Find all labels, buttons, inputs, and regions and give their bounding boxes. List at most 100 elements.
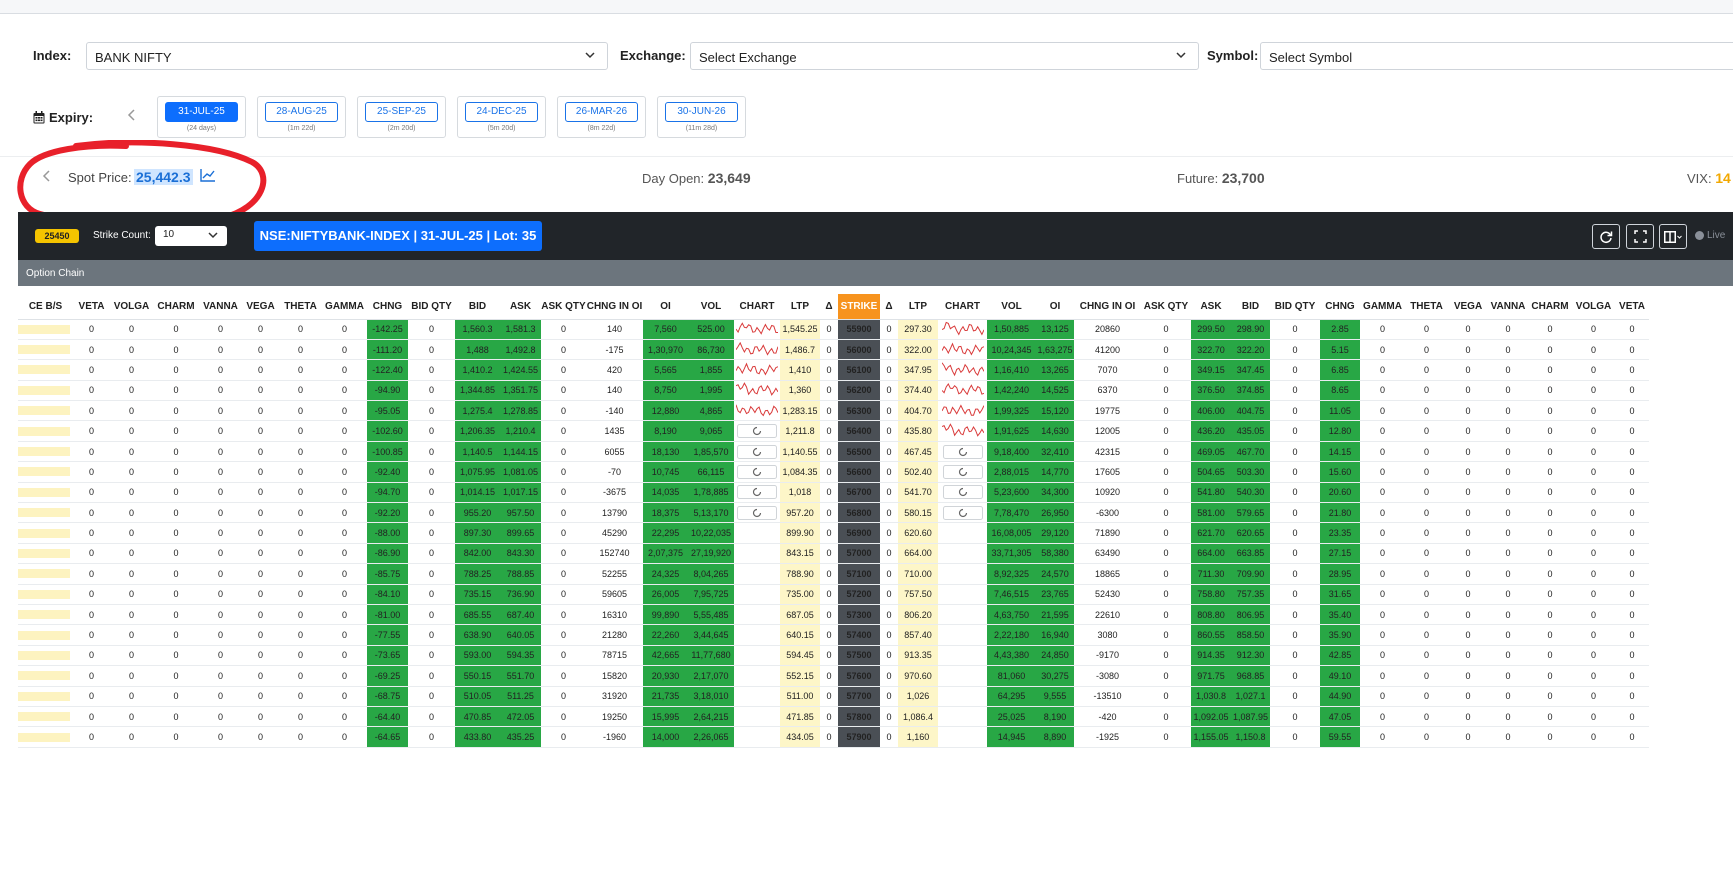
column-header[interactable]: ASK QTY (1141, 294, 1191, 320)
expiry-option[interactable]: 30-JUN-26 (11m 28d) (657, 96, 746, 138)
ce-ask[interactable]: 594.35 (500, 645, 541, 667)
expiry-date-button[interactable]: 24-DEC-25 (465, 102, 538, 122)
column-header[interactable]: CHART (938, 294, 987, 320)
sparkline-icon[interactable] (941, 403, 984, 419)
table-row[interactable]: 0 0 0 0 0 0 0 -94.70 0 1,014.15 1,017.15 0 -3675 14,0… (18, 482, 1649, 504)
column-header[interactable]: THETA (1405, 294, 1448, 320)
table-row[interactable]: 0 0 0 0 0 0 0 -111.20 0 1,488 1,492.8 0 -175 1,30,970… (18, 339, 1649, 361)
pe-bid[interactable]: 540.30 (1231, 482, 1270, 504)
pe-bid[interactable]: 298.90 (1231, 319, 1270, 340)
ce-buy-sell-placeholder[interactable] (18, 732, 70, 742)
ce-ask[interactable]: 1,492.8 (500, 339, 541, 361)
ce-buy-sell-cell[interactable] (18, 420, 73, 442)
column-header[interactable]: BID QTY (408, 294, 455, 320)
table-row[interactable]: 0 0 0 0 0 0 0 -85.75 0 788.25 788.85 0 52255 24,325 8,… (18, 563, 1649, 585)
ce-buy-sell-placeholder[interactable] (18, 487, 70, 497)
table-row[interactable]: 0 0 0 0 0 0 0 -95.05 0 1,275.4 1,278.85 0 -140 12,880… (18, 400, 1649, 422)
ce-chart-cell[interactable] (734, 359, 780, 381)
pe-chart-cell[interactable] (938, 359, 987, 381)
ce-buy-sell-cell[interactable] (18, 380, 73, 402)
ce-chart-cell[interactable] (734, 522, 780, 544)
table-row[interactable]: 0 0 0 0 0 0 0 -77.55 0 638.90 640.05 0 21280 22,260 3,… (18, 624, 1649, 646)
ce-buy-sell-placeholder[interactable] (18, 528, 70, 538)
pe-chart-cell[interactable] (938, 645, 987, 667)
ce-buy-sell-cell[interactable] (18, 604, 73, 626)
pe-bid[interactable]: 663.85 (1231, 543, 1270, 565)
ce-bid[interactable]: 1,206.35 (455, 420, 500, 442)
ce-ask[interactable]: 640.05 (500, 624, 541, 646)
sparkline-icon[interactable] (941, 423, 984, 439)
pe-chart-cell[interactable] (938, 522, 987, 544)
column-header[interactable]: CE B/S (18, 294, 73, 320)
chart-line-icon[interactable] (200, 168, 216, 182)
pe-chart-cell[interactable] (938, 624, 987, 646)
table-row[interactable]: 0 0 0 0 0 0 0 -122.40 0 1,410.2 1,424.55 0 420 5,565 1… (18, 359, 1649, 381)
pe-ask[interactable]: 406.00 (1191, 400, 1231, 422)
pe-ask[interactable]: 914.35 (1191, 645, 1231, 667)
pe-bid[interactable]: 404.75 (1231, 400, 1270, 422)
ce-buy-sell-cell[interactable] (18, 726, 73, 748)
pe-ask[interactable]: 621.70 (1191, 522, 1231, 544)
column-header[interactable]: VETA (73, 294, 110, 320)
pe-bid[interactable]: 858.50 (1231, 624, 1270, 646)
column-header[interactable]: OI (1036, 294, 1074, 320)
ce-buy-sell-cell[interactable] (18, 563, 73, 585)
ce-buy-sell-placeholder[interactable] (18, 569, 70, 579)
pe-ask[interactable]: 504.65 (1191, 461, 1231, 483)
ce-ask[interactable]: 843.30 (500, 543, 541, 565)
ce-bid[interactable]: 955.20 (455, 502, 500, 524)
ce-chart-cell[interactable] (734, 441, 780, 463)
exchange-select[interactable]: Select Exchange (690, 42, 1199, 70)
ce-bid[interactable]: 550.15 (455, 665, 500, 687)
ce-buy-sell-cell[interactable] (18, 400, 73, 422)
ce-bid[interactable]: 685.55 (455, 604, 500, 626)
pe-chart-cell[interactable] (938, 420, 987, 442)
column-header[interactable]: VOL (688, 294, 734, 320)
ce-ask[interactable]: 435.25 (500, 726, 541, 748)
pe-chart-cell[interactable] (938, 339, 987, 361)
pe-chart-cell[interactable] (938, 400, 987, 422)
expiry-option[interactable]: 28-AUG-25 (1m 22d) (257, 96, 346, 138)
ce-buy-sell-cell[interactable] (18, 502, 73, 524)
ce-chart-cell[interactable] (734, 319, 780, 340)
ce-buy-sell-placeholder[interactable] (18, 508, 70, 518)
pe-bid[interactable]: 1,150.8 (1231, 726, 1270, 748)
ce-bid[interactable]: 510.05 (455, 686, 500, 707)
column-header[interactable]: BID (455, 294, 500, 320)
columns-button[interactable] (1659, 224, 1687, 249)
ce-buy-sell-placeholder[interactable] (18, 671, 70, 681)
ce-chart-cell[interactable] (734, 502, 780, 524)
table-row[interactable]: 0 0 0 0 0 0 0 -88.00 0 897.30 899.65 0 45290 22,295 10… (18, 522, 1649, 544)
ce-buy-sell-placeholder[interactable] (18, 630, 70, 640)
pe-ask[interactable]: 664.00 (1191, 543, 1231, 565)
pe-chart-cell[interactable] (938, 461, 987, 483)
expiry-date-button[interactable]: 31-JUL-25 (165, 102, 238, 122)
ce-chart-cell[interactable] (734, 645, 780, 667)
ce-ask[interactable]: 788.85 (500, 563, 541, 585)
pe-bid[interactable]: 579.65 (1231, 502, 1270, 524)
ce-buy-sell-cell[interactable] (18, 319, 73, 340)
pe-chart-cell[interactable] (938, 319, 987, 340)
ce-ask[interactable]: 736.90 (500, 584, 541, 605)
ce-chart-cell[interactable] (734, 563, 780, 585)
ce-ask[interactable]: 957.50 (500, 502, 541, 524)
ce-ask[interactable]: 1,210.4 (500, 420, 541, 442)
column-header[interactable]: LTP (780, 294, 820, 320)
symbol-select[interactable]: Select Symbol (1260, 42, 1733, 70)
pe-ask[interactable]: 1,155.05 (1191, 726, 1231, 748)
column-header[interactable]: ASK QTY (541, 294, 586, 320)
fullscreen-button[interactable] (1626, 224, 1654, 249)
table-row[interactable]: 0 0 0 0 0 0 0 -142.25 0 1,560.3 1,581.3 0 140 7,560 52… (18, 319, 1649, 340)
ce-bid[interactable]: 735.15 (455, 584, 500, 605)
column-header[interactable]: CHNG IN OI (586, 294, 643, 320)
ce-buy-sell-cell[interactable] (18, 665, 73, 687)
ce-buy-sell-placeholder[interactable] (18, 426, 70, 436)
pe-bid[interactable]: 503.30 (1231, 461, 1270, 483)
ce-bid[interactable]: 1,275.4 (455, 400, 500, 422)
ce-buy-sell-cell[interactable] (18, 543, 73, 565)
pe-ask[interactable]: 469.05 (1191, 441, 1231, 463)
pe-chart-cell[interactable] (938, 380, 987, 402)
ce-buy-sell-placeholder[interactable] (18, 365, 70, 375)
table-row[interactable]: 0 0 0 0 0 0 0 -92.20 0 955.20 957.50 0 13790 18,375 5,… (18, 502, 1649, 524)
ce-chart-cell[interactable] (734, 604, 780, 626)
